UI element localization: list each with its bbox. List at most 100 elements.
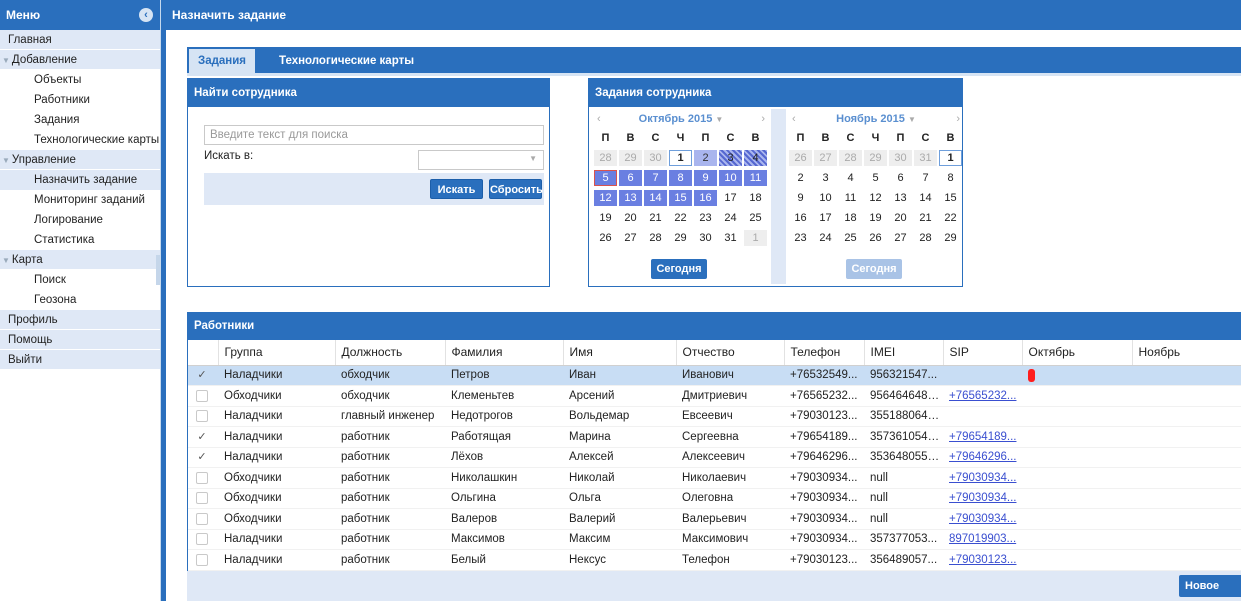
cell-sip[interactable]: +79646296...: [943, 447, 1022, 468]
tab-tech-cards[interactable]: Технологические карты: [270, 49, 423, 73]
sidebar-item[interactable]: Главная: [0, 30, 160, 50]
next-month-icon[interactable]: ›: [956, 109, 960, 129]
calendar-day[interactable]: 28: [839, 150, 862, 166]
today-button[interactable]: Сегодня: [651, 259, 707, 279]
calendar-day[interactable]: 4: [744, 150, 767, 166]
calendar-day[interactable]: 22: [669, 210, 692, 226]
calendar-day[interactable]: 26: [864, 230, 887, 246]
row-checkbox-cell[interactable]: ✓: [188, 365, 218, 386]
checkbox[interactable]: [196, 389, 208, 402]
cell-sip[interactable]: +76565232...: [943, 385, 1022, 407]
checkbox[interactable]: [196, 533, 208, 546]
table-row[interactable]: Обходчики работник Николашкин Николай Никола…: [188, 467, 1241, 489]
calendar-day[interactable]: 30: [694, 230, 717, 246]
next-month-icon[interactable]: ›: [761, 109, 765, 129]
sidebar-item[interactable]: Статистика: [0, 230, 160, 250]
table-row[interactable]: Наладчики главный инженер Недотрогов Вольде…: [188, 406, 1241, 427]
calendar-day[interactable]: 18: [744, 190, 767, 206]
row-checkbox-cell[interactable]: [188, 467, 218, 489]
table-row[interactable]: Обходчики обходчик Клеменьтев Арсений Дмитри…: [188, 385, 1241, 407]
find-button[interactable]: Искать: [430, 179, 483, 199]
calendar-day[interactable]: 25: [744, 210, 767, 226]
column-header[interactable]: Должность: [335, 340, 446, 366]
calendar-day[interactable]: 3: [719, 150, 742, 166]
sidebar-item[interactable]: Работники: [0, 90, 160, 110]
row-checkbox-cell[interactable]: [188, 406, 218, 427]
month-label[interactable]: Ноябрь 2015: [836, 113, 905, 125]
calendar-day[interactable]: 6: [889, 170, 912, 186]
calendar-day[interactable]: 16: [789, 210, 812, 226]
calendar-day[interactable]: 28: [594, 150, 617, 166]
calendar-day[interactable]: 11: [744, 170, 767, 186]
cell-sip[interactable]: [943, 365, 1022, 386]
calendar-day[interactable]: 29: [864, 150, 887, 166]
sip-link[interactable]: +79030123...: [949, 554, 1016, 566]
table-row[interactable]: ✓ Наладчики работник Лёхов Алексей Алексеевич…: [188, 447, 1241, 468]
column-header[interactable]: Отчество: [676, 340, 785, 366]
calendar-day[interactable]: 29: [939, 230, 962, 246]
calendar-day[interactable]: 23: [694, 210, 717, 226]
cell-sip[interactable]: +79030934...: [943, 488, 1022, 509]
sidebar-item[interactable]: Поиск: [0, 270, 160, 290]
calendar-day[interactable]: 26: [789, 150, 812, 166]
sidebar-resize-handle[interactable]: [156, 255, 160, 285]
calendar-day[interactable]: 9: [694, 170, 717, 186]
column-header[interactable]: Фамилия: [445, 340, 564, 366]
prev-month-icon[interactable]: ‹: [792, 109, 796, 129]
cell-sip[interactable]: +79030934...: [943, 508, 1022, 530]
column-header[interactable]: IMEI: [864, 340, 944, 366]
task-marker-icon[interactable]: [1028, 368, 1035, 382]
calendar-day[interactable]: 27: [889, 230, 912, 246]
calendar-day[interactable]: 29: [669, 230, 692, 246]
calendar-day[interactable]: 1: [744, 230, 767, 246]
calendar-day[interactable]: 2: [694, 150, 717, 166]
prev-month-icon[interactable]: ‹: [597, 109, 601, 129]
search-input[interactable]: Введите текст для поиска: [204, 125, 544, 145]
calendar-day[interactable]: 24: [814, 230, 837, 246]
calendar-day[interactable]: 17: [719, 190, 742, 206]
sidebar-item[interactable]: Геозона: [0, 290, 160, 310]
calendar-day[interactable]: 8: [669, 170, 692, 186]
calendar-day[interactable]: 8: [939, 170, 962, 186]
month-label[interactable]: Октябрь 2015: [639, 113, 713, 125]
calendar-day[interactable]: 31: [914, 150, 937, 166]
chevron-down-icon[interactable]: ▼: [908, 115, 916, 124]
checkbox[interactable]: [196, 410, 208, 423]
cell-sip[interactable]: 897019903...: [943, 529, 1022, 550]
calendar-day[interactable]: 2: [789, 170, 812, 186]
tab-tasks[interactable]: Задания: [189, 49, 256, 73]
sidebar-item[interactable]: Выйти: [0, 350, 160, 370]
checkmark-icon[interactable]: ✓: [196, 431, 208, 443]
calendar-day[interactable]: 5: [864, 170, 887, 186]
column-header[interactable]: [188, 340, 219, 366]
sidebar-item[interactable]: Профиль: [0, 310, 160, 330]
calendar-day[interactable]: 15: [939, 190, 962, 206]
calendar-day[interactable]: 25: [839, 230, 862, 246]
cell-sip[interactable]: +79030123...: [943, 549, 1022, 571]
calendar-day[interactable]: 18: [839, 210, 862, 226]
calendar-day[interactable]: 19: [594, 210, 617, 226]
search-in-select[interactable]: ▼: [418, 150, 544, 170]
calendar-day[interactable]: 11: [839, 190, 862, 206]
reset-button[interactable]: Сбросить: [489, 179, 543, 199]
calendar-day[interactable]: 26: [594, 230, 617, 246]
calendar-day[interactable]: 7: [644, 170, 667, 186]
calendar-day[interactable]: 12: [594, 190, 617, 206]
sidebar-item[interactable]: Задания: [0, 110, 160, 130]
calendar-day[interactable]: 20: [889, 210, 912, 226]
sidebar-item[interactable]: Помощь: [0, 330, 160, 350]
sip-link[interactable]: +79646296...: [949, 451, 1016, 463]
row-checkbox-cell[interactable]: [188, 549, 218, 571]
calendar-day[interactable]: 30: [644, 150, 667, 166]
table-row[interactable]: ✓ Наладчики работник Работящая Марина Сергеев…: [188, 426, 1241, 448]
cell-sip[interactable]: +79654189...: [943, 426, 1022, 448]
calendar-day[interactable]: 30: [889, 150, 912, 166]
row-checkbox-cell[interactable]: [188, 508, 218, 530]
row-checkbox-cell[interactable]: [188, 488, 218, 509]
sip-link[interactable]: 897019903...: [949, 533, 1016, 545]
new-task-button[interactable]: Новое задание: [1179, 575, 1241, 597]
column-header[interactable]: Имя: [563, 340, 677, 366]
calendar-day[interactable]: 29: [619, 150, 642, 166]
calendar-day[interactable]: 1: [939, 150, 962, 166]
column-header[interactable]: Группа: [218, 340, 336, 366]
